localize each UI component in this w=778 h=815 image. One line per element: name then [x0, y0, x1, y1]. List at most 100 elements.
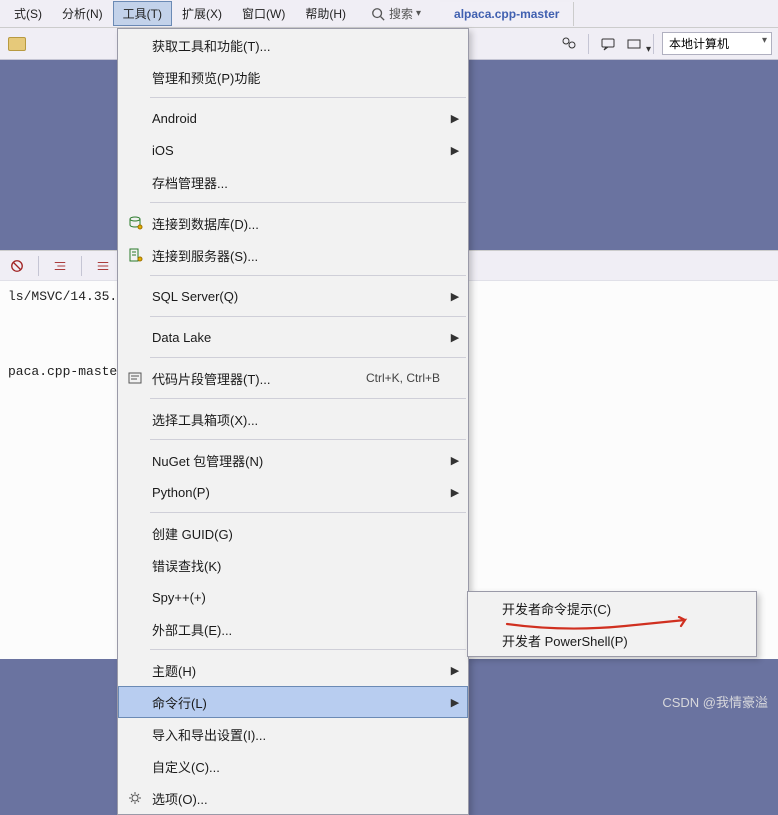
- tools-menu-item[interactable]: 主题(H)▶: [118, 654, 468, 686]
- blank-icon: [122, 138, 148, 162]
- blank-icon: [122, 480, 148, 504]
- menu-item-label: 获取工具和功能(T)...: [148, 36, 448, 55]
- submenu-arrow-icon: ▶: [448, 486, 462, 499]
- tools-menu-item[interactable]: SQL Server(Q)▶: [118, 280, 468, 312]
- menu-window[interactable]: 窗口(W): [232, 1, 295, 26]
- blank-icon: [122, 754, 148, 778]
- blank-icon: [122, 448, 148, 472]
- submenu-arrow-icon: ▶: [448, 454, 462, 467]
- tools-menu-item[interactable]: Android▶: [118, 102, 468, 134]
- menu-item-label: iOS: [148, 143, 448, 158]
- snippet-icon: [122, 366, 148, 390]
- menu-separator: [150, 316, 466, 317]
- tools-menu-item[interactable]: 存档管理器...: [118, 166, 468, 198]
- tools-menu-item[interactable]: 管理和预览(P)功能: [118, 61, 468, 93]
- tools-menu-item[interactable]: 命令行(L)▶: [118, 686, 468, 718]
- tools-menu-item[interactable]: 选择工具箱项(X)...: [118, 403, 468, 435]
- list-icon[interactable]: [92, 255, 114, 277]
- menu-item-label: SQL Server(Q): [148, 289, 448, 304]
- menu-separator: [150, 275, 466, 276]
- document-tabs: alpaca.cpp-master: [440, 2, 574, 26]
- menu-analyze[interactable]: 分析(N): [52, 1, 113, 26]
- tools-menu-item[interactable]: 连接到服务器(S)...: [118, 239, 468, 271]
- submenu-arrow-icon: ▶: [448, 331, 462, 344]
- menu-item-label: 选项(O)...: [148, 789, 448, 808]
- menu-item-label: 创建 GUID(G): [148, 524, 448, 543]
- menu-separator: [150, 357, 466, 358]
- menu-item-label: 导入和导出设置(I)...: [148, 725, 448, 744]
- server-icon: [122, 243, 148, 267]
- watermark: CSDN @我情豪溢: [662, 692, 768, 711]
- menu-item-label: 代码片段管理器(T)...: [148, 369, 366, 388]
- tools-menu-item[interactable]: 导入和导出设置(I)...: [118, 718, 468, 750]
- chevron-down-icon: ▾: [416, 8, 421, 19]
- blank-icon: [122, 284, 148, 308]
- feedback-icon[interactable]: [597, 33, 619, 55]
- gear-icon: [122, 786, 148, 810]
- menu-separator: [150, 202, 466, 203]
- tools-menu-item[interactable]: 代码片段管理器(T)...Ctrl+K, Ctrl+B: [118, 362, 468, 394]
- menu-item-label: 主题(H): [148, 661, 448, 680]
- target-label: 本地计算机: [669, 37, 729, 51]
- menu-extensions[interactable]: 扩展(X): [172, 1, 232, 26]
- submenu-item[interactable]: 开发者 PowerShell(P): [468, 624, 756, 656]
- menu-item-label: 外部工具(E)...: [148, 620, 448, 639]
- menu-item-label: 连接到数据库(D)...: [148, 214, 448, 233]
- tab-alpaca[interactable]: alpaca.cpp-master: [440, 2, 574, 26]
- window-icon[interactable]: ▾: [623, 33, 645, 55]
- search-icon: [371, 7, 385, 21]
- blank-icon: [122, 585, 148, 609]
- blank-icon: [122, 521, 148, 545]
- menu-tools[interactable]: 工具(T): [113, 1, 172, 26]
- tools-menu-item[interactable]: Python(P)▶: [118, 476, 468, 508]
- tools-menu-item[interactable]: 自定义(C)...: [118, 750, 468, 782]
- search-box[interactable]: 搜索 ▾: [362, 1, 430, 26]
- menu-item-shortcut: Ctrl+K, Ctrl+B: [366, 371, 448, 385]
- tools-menu-item[interactable]: 获取工具和功能(T)...: [118, 29, 468, 61]
- blank-icon: [122, 553, 148, 577]
- menu-item-label: 存档管理器...: [148, 173, 448, 192]
- blank-icon: [122, 407, 148, 431]
- menu-separator: [150, 439, 466, 440]
- tools-menu-item[interactable]: 外部工具(E)...: [118, 613, 468, 645]
- db-icon: [122, 211, 148, 235]
- blank-icon: [122, 658, 148, 682]
- menu-item-label: Android: [148, 111, 448, 126]
- menu-item-label: 连接到服务器(S)...: [148, 246, 448, 265]
- menu-separator: [150, 512, 466, 513]
- tools-menu-item[interactable]: iOS▶: [118, 134, 468, 166]
- menu-item-label: 错误查找(K): [148, 556, 448, 575]
- indent-icon[interactable]: [49, 255, 71, 277]
- submenu-arrow-icon: ▶: [448, 290, 462, 303]
- tools-menu-item[interactable]: 选项(O)...: [118, 782, 468, 814]
- blank-icon: [472, 596, 498, 620]
- submenu-arrow-icon: ▶: [448, 664, 462, 677]
- commandline-submenu: 开发者命令提示(C)开发者 PowerShell(P): [467, 591, 757, 657]
- blank-icon: [122, 65, 148, 89]
- menu-item-label: Spy++(+): [148, 590, 448, 605]
- submenu-arrow-icon: ▶: [448, 112, 462, 125]
- user-icon[interactable]: [558, 33, 580, 55]
- blank-icon: [122, 33, 148, 57]
- tools-menu-item[interactable]: 错误查找(K): [118, 549, 468, 581]
- target-dropdown[interactable]: 本地计算机: [662, 32, 772, 55]
- stop-icon[interactable]: [6, 255, 28, 277]
- blank-icon: [122, 617, 148, 641]
- menu-item-label: 自定义(C)...: [148, 757, 448, 776]
- menu-help[interactable]: 帮助(H): [295, 1, 356, 26]
- blank-icon: [122, 325, 148, 349]
- tools-menu-item[interactable]: Data Lake▶: [118, 321, 468, 353]
- tools-menu-item[interactable]: NuGet 包管理器(N)▶: [118, 444, 468, 476]
- tools-menu-item[interactable]: Spy++(+): [118, 581, 468, 613]
- tools-menu-item[interactable]: 连接到数据库(D)...: [118, 207, 468, 239]
- blank-icon: [122, 722, 148, 746]
- menu-format[interactable]: 式(S): [4, 1, 52, 26]
- tools-menu-item[interactable]: 创建 GUID(G): [118, 517, 468, 549]
- menu-item-label: 命令行(L): [148, 693, 448, 712]
- menu-item-label: Data Lake: [148, 330, 448, 345]
- open-folder-icon[interactable]: [6, 33, 28, 55]
- menu-item-label: NuGet 包管理器(N): [148, 451, 448, 470]
- menu-item-label: 管理和预览(P)功能: [148, 68, 448, 87]
- submenu-item[interactable]: 开发者命令提示(C): [468, 592, 756, 624]
- menu-separator: [150, 649, 466, 650]
